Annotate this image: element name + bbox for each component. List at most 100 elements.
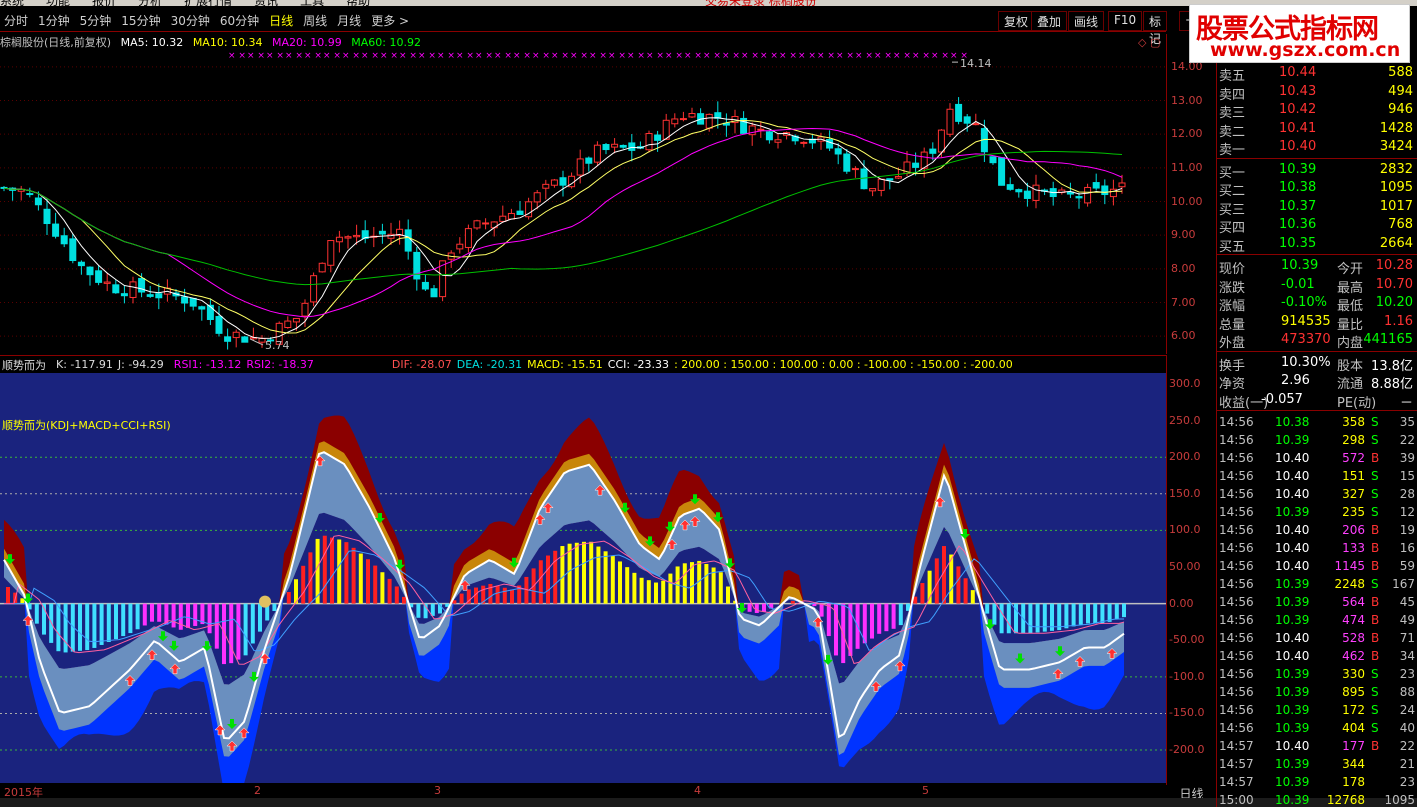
period-tab[interactable]: 分时 — [0, 12, 34, 29]
stat-value: 441165 — [1363, 332, 1413, 347]
period-tab[interactable]: 30分钟 — [167, 12, 216, 29]
macd-bar — [394, 586, 399, 604]
macd-bar — [999, 603, 1004, 634]
divider — [1217, 254, 1417, 255]
candle-body — [112, 284, 120, 294]
stat-value: -0.057 — [1261, 391, 1303, 407]
toolbar-button[interactable]: 标记 — [1143, 11, 1168, 46]
trade-row: 14:56 10.40 206 B 19 — [1217, 521, 1417, 539]
candle-body — [989, 156, 997, 164]
candle-body — [507, 212, 515, 220]
period-tab[interactable]: 日线 — [265, 12, 299, 29]
candle-body — [1118, 182, 1126, 188]
quote-row: 买二 10.38 1095 — [1217, 179, 1417, 199]
signal-mark: × × — [437, 51, 455, 61]
stat-row: 现价 10.39 今开 10.28 — [1217, 257, 1417, 277]
candle-body — [318, 262, 326, 273]
macd-bar — [704, 563, 709, 604]
macd-bar — [819, 603, 824, 617]
quote-volume: 1095 — [1379, 180, 1413, 195]
quote-label: 卖二 — [1219, 124, 1246, 140]
price-tick: 11.00 — [1171, 160, 1203, 174]
indicator-chart[interactable] — [0, 373, 1166, 783]
period-tab[interactable]: 60分钟 — [216, 12, 265, 29]
bottom-tabs[interactable] — [0, 798, 1417, 807]
period-tab[interactable]: 1分钟 — [34, 12, 76, 29]
macd-bar — [243, 603, 248, 656]
quote-volume: 1428 — [1379, 120, 1413, 136]
trade-time: 14:56 — [1219, 487, 1254, 501]
period-tab[interactable]: 周线 — [299, 12, 333, 29]
trade-volume: 564 — [1342, 595, 1365, 609]
macd-bar — [193, 603, 198, 626]
trade-count: 40 — [1399, 721, 1415, 735]
toolbar-button[interactable]: 画线 — [1068, 11, 1105, 31]
candle-body — [559, 177, 567, 186]
quote-price: 10.44 — [1279, 65, 1317, 80]
menu-item[interactable]: 资讯 — [254, 0, 278, 6]
macd-bar — [567, 543, 572, 604]
window-title: 交易未登录 棕榈股份 — [705, 0, 817, 6]
period-tab[interactable]: 更多 > — [367, 12, 415, 29]
macd-bar — [171, 603, 176, 628]
signal-mark: × × — [874, 51, 892, 61]
candle-body — [516, 210, 524, 216]
coin-icon — [259, 595, 271, 608]
menu-item[interactable]: 扩展行情 — [184, 0, 232, 6]
macd-bar — [747, 603, 752, 612]
macd-bar — [574, 542, 579, 604]
candle-body — [894, 175, 902, 179]
candlestick-chart[interactable]: × × × × × × × × × × × × × × × × × × × × × × × × × × ×… — [0, 50, 1166, 353]
signal-mark: × × — [798, 51, 816, 61]
candle-body — [34, 197, 42, 206]
trade-time: 14:56 — [1219, 721, 1254, 735]
macd-bar — [632, 572, 637, 604]
candle-body — [972, 123, 980, 126]
logo-url: www.gszx.com.cn — [1210, 39, 1401, 61]
macd-bar — [970, 590, 975, 604]
trade-row: 14:56 10.40 572 B 39 — [1217, 449, 1417, 467]
candle-body — [757, 128, 765, 131]
menu-item[interactable]: 功能 — [46, 0, 70, 6]
signal-mark: × × — [855, 51, 873, 61]
trade-time: 14:56 — [1219, 559, 1254, 573]
indicator-tick: 300.0 — [1169, 376, 1201, 390]
macd-bar — [34, 603, 39, 624]
trade-count: 1095 — [1384, 793, 1415, 807]
candle-body — [327, 240, 335, 266]
signal-mark: × × — [608, 51, 626, 61]
macd-bar — [1035, 603, 1040, 633]
quote-row: 卖四 10.43 494 — [1217, 83, 1417, 103]
signal-mark: × × — [836, 51, 854, 61]
macd-bar — [762, 603, 766, 612]
macd-bar — [1107, 603, 1112, 622]
menu-item[interactable]: 报价 — [92, 0, 116, 6]
toolbar-button[interactable]: 叠加 — [1031, 11, 1068, 31]
menu-item[interactable]: 帮助 — [346, 0, 370, 6]
signal-mark: × × — [570, 51, 588, 61]
cci-value: CCI: -23.33 — [607, 358, 670, 371]
menu-item[interactable]: 系统 — [0, 0, 24, 6]
period-tab[interactable]: 月线 — [333, 12, 367, 29]
quote-price: 10.42 — [1279, 102, 1317, 117]
j-value: J: -94.29 — [117, 358, 164, 371]
toolbar-button[interactable]: F10 — [1108, 11, 1143, 31]
trade-side: S — [1371, 505, 1379, 519]
period-tab[interactable]: 15分钟 — [117, 12, 166, 29]
signal-mark: × × — [760, 51, 778, 61]
signal-mark: × × — [399, 51, 417, 61]
toolbar-button[interactable]: 复权 — [998, 11, 1035, 31]
trade-row: 14:56 10.39 172 S 24 — [1217, 701, 1417, 719]
menu-item[interactable]: 分析 — [138, 0, 162, 6]
macd-bar — [416, 603, 421, 618]
trade-count: 71 — [1399, 631, 1415, 645]
period-tab[interactable]: 5分钟 — [76, 12, 118, 29]
trade-side: B — [1371, 451, 1380, 465]
chart-corner-icons[interactable]: ◇ ▢ — [1138, 36, 1160, 49]
candle-body — [1032, 184, 1040, 201]
trade-row: 14:56 10.39 235 S 12 — [1217, 503, 1417, 521]
quote-label: 买三 — [1219, 202, 1246, 218]
candle-body — [421, 281, 429, 290]
macd-bar — [1122, 603, 1126, 618]
menu-item[interactable]: 工具 — [300, 0, 324, 6]
